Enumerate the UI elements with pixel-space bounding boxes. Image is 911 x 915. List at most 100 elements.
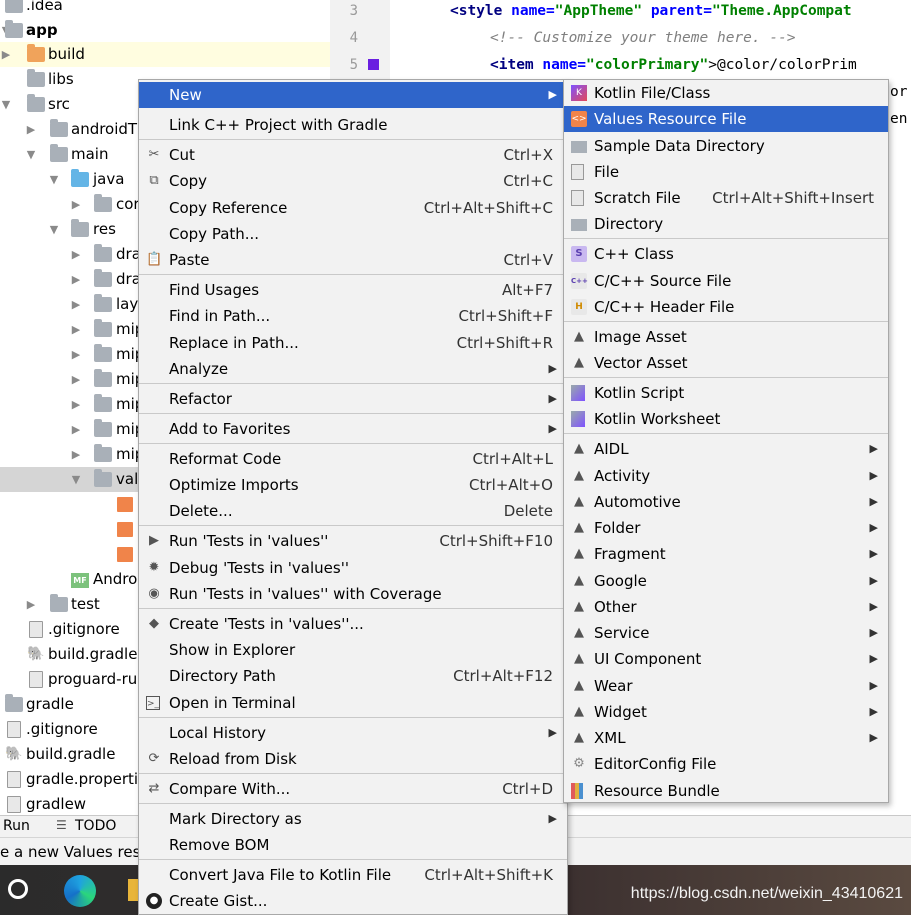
menu-item-copy[interactable]: ⧉ Copy Ctrl+C: [139, 168, 567, 194]
expand-arrow-icon[interactable]: ▶: [25, 592, 37, 617]
submenu-item-wear[interactable]: ▲ Wear ▶: [564, 673, 888, 699]
menu-item-reformat-code[interactable]: Reformat Code Ctrl+Alt+L: [139, 446, 567, 472]
tree-row-build[interactable]: ▶ build: [0, 42, 330, 67]
expand-arrow-icon[interactable]: ▶: [70, 417, 82, 442]
gear-icon: ⚙: [573, 756, 585, 771]
menu-item-replace-in-path[interactable]: Replace in Path... Ctrl+Shift+R: [139, 330, 567, 356]
submenu-item-fragment[interactable]: ▲ Fragment ▶: [564, 541, 888, 567]
submenu-item-cpp-header[interactable]: H C/C++ Header File: [564, 294, 888, 320]
submenu-item-widget[interactable]: ▲ Widget ▶: [564, 699, 888, 725]
menu-item-copy-path[interactable]: Copy Path...: [139, 221, 567, 247]
submenu-item-activity[interactable]: ▲ Activity ▶: [564, 463, 888, 489]
submenu-item-editorconfig[interactable]: ⚙ EditorConfig File: [564, 751, 888, 777]
tree-row-idea[interactable]: .idea: [0, 0, 330, 18]
expand-arrow-icon[interactable]: ▶: [70, 267, 82, 292]
menu-item-cut[interactable]: ✂ Cut Ctrl+X: [139, 142, 567, 168]
menu-item-link-cpp[interactable]: Link C++ Project with Gradle: [139, 112, 567, 138]
menu-item-find-usages[interactable]: Find Usages Alt+F7: [139, 277, 567, 303]
file-icon: [29, 671, 43, 688]
todo-tab[interactable]: TODO: [75, 818, 116, 834]
menu-item-local-history[interactable]: Local History ▶: [139, 720, 567, 746]
submenu-item-scratch-file[interactable]: Scratch File Ctrl+Alt+Shift+Insert: [564, 185, 888, 211]
menu-item-remove-bom[interactable]: Remove BOM: [139, 832, 567, 858]
submenu-item-cpp-class[interactable]: S C++ Class: [564, 241, 888, 267]
menu-item-find-in-path[interactable]: Find in Path... Ctrl+Shift+F: [139, 303, 567, 329]
expand-arrow-icon[interactable]: ▼: [0, 92, 12, 117]
submenu-arrow-icon: ▶: [869, 442, 878, 455]
menu-item-analyze[interactable]: Analyze ▶: [139, 356, 567, 382]
menu-item-debug-tests[interactable]: ✹ Debug 'Tests in 'values'': [139, 555, 567, 581]
menu-item-refactor[interactable]: Refactor ▶: [139, 386, 567, 412]
android-icon: ▲: [574, 441, 584, 456]
folder-icon: [27, 44, 45, 62]
terminal-icon: >_: [146, 696, 160, 710]
menu-separator: [564, 238, 888, 239]
submenu-item-directory[interactable]: Directory: [564, 211, 888, 237]
menu-separator: [139, 139, 567, 140]
menu-item-directory-path[interactable]: Directory Path Ctrl+Alt+F12: [139, 663, 567, 689]
android-icon: ▲: [574, 494, 584, 509]
menu-item-reload-from-disk[interactable]: ⟳ Reload from Disk: [139, 746, 567, 772]
expand-arrow-icon[interactable]: ▼: [48, 217, 60, 242]
edge-browser-icon[interactable]: [64, 875, 96, 907]
submenu-item-file[interactable]: File: [564, 159, 888, 185]
expand-arrow-icon[interactable]: ▶: [70, 317, 82, 342]
submenu-item-kotlin-script[interactable]: Kotlin Script: [564, 380, 888, 406]
folder-icon: [50, 594, 68, 612]
menu-item-run-tests[interactable]: ▶ Run 'Tests in 'values'' Ctrl+Shift+F10: [139, 528, 567, 554]
expand-arrow-icon[interactable]: ▶: [70, 242, 82, 267]
submenu-arrow-icon: ▶: [869, 652, 878, 665]
run-tab[interactable]: Run: [3, 818, 30, 834]
menu-separator: [139, 773, 567, 774]
source-folder-icon: [71, 169, 89, 187]
menu-item-paste[interactable]: 📋 Paste Ctrl+V: [139, 247, 567, 273]
expand-arrow-icon[interactable]: ▶: [70, 442, 82, 467]
expand-arrow-icon[interactable]: ▶: [70, 292, 82, 317]
expand-arrow-icon[interactable]: ▶: [70, 367, 82, 392]
menu-item-mark-directory-as[interactable]: Mark Directory as ▶: [139, 806, 567, 832]
expand-arrow-icon[interactable]: ▶: [0, 42, 12, 67]
submenu-item-xml[interactable]: ▲ XML ▶: [564, 725, 888, 751]
menu-item-delete[interactable]: Delete... Delete: [139, 498, 567, 524]
expand-arrow-icon[interactable]: ▼: [25, 142, 37, 167]
menu-separator: [564, 377, 888, 378]
color-swatch-icon[interactable]: [368, 59, 379, 70]
submenu-item-sample-data-directory[interactable]: Sample Data Directory: [564, 133, 888, 159]
submenu-item-cpp-source[interactable]: C++ C/C++ Source File: [564, 268, 888, 294]
menu-item-show-in-explorer[interactable]: Show in Explorer: [139, 637, 567, 663]
submenu-item-google[interactable]: ▲ Google ▶: [564, 568, 888, 594]
submenu-item-values-resource-file[interactable]: <> Values Resource File: [564, 106, 888, 132]
menu-item-convert-to-kotlin[interactable]: Convert Java File to Kotlin File Ctrl+Alt…: [139, 862, 567, 888]
submenu-item-image-asset[interactable]: ▲ Image Asset: [564, 324, 888, 350]
submenu-item-automotive[interactable]: ▲ Automotive ▶: [564, 489, 888, 515]
submenu-item-ui-component[interactable]: ▲ UI Component ▶: [564, 646, 888, 672]
menu-item-create-gist[interactable]: ● Create Gist...: [139, 888, 567, 914]
menu-item-optimize-imports[interactable]: Optimize Imports Ctrl+Alt+O: [139, 472, 567, 498]
submenu-item-aidl[interactable]: ▲ AIDL ▶: [564, 436, 888, 462]
menu-item-copy-reference[interactable]: Copy Reference Ctrl+Alt+Shift+C: [139, 195, 567, 221]
expand-arrow-icon[interactable]: ▼: [48, 167, 60, 192]
expand-arrow-icon[interactable]: ▶: [25, 117, 37, 142]
submenu-item-vector-asset[interactable]: ▲ Vector Asset: [564, 350, 888, 376]
tree-row-app[interactable]: ▼ app: [0, 18, 330, 43]
submenu-item-resource-bundle[interactable]: Resource Bundle: [564, 778, 888, 804]
expand-arrow-icon[interactable]: ▶: [70, 392, 82, 417]
expand-arrow-icon[interactable]: ▶: [70, 342, 82, 367]
menu-item-open-terminal[interactable]: >_ Open in Terminal: [139, 690, 567, 716]
expand-arrow-icon[interactable]: ▶: [70, 192, 82, 217]
submenu-item-kotlin-worksheet[interactable]: Kotlin Worksheet: [564, 406, 888, 432]
submenu-item-kotlin-file[interactable]: K Kotlin File/Class: [564, 80, 888, 106]
submenu-item-service[interactable]: ▲ Service ▶: [564, 620, 888, 646]
menu-item-run-coverage[interactable]: ◉ Run 'Tests in 'values'' with Coverage: [139, 581, 567, 607]
menu-item-compare-with[interactable]: ⇄ Compare With... Ctrl+D: [139, 776, 567, 802]
menu-item-new[interactable]: New ▶: [139, 82, 567, 108]
xml-file-icon: [117, 522, 133, 537]
start-circle-icon[interactable]: [8, 879, 28, 899]
menu-item-add-to-favorites[interactable]: Add to Favorites ▶: [139, 416, 567, 442]
expand-arrow-icon[interactable]: ▼: [70, 467, 82, 492]
submenu-item-folder[interactable]: ▲ Folder ▶: [564, 515, 888, 541]
android-icon: ▲: [574, 651, 584, 666]
submenu-item-other[interactable]: ▲ Other ▶: [564, 594, 888, 620]
menu-item-create-tests[interactable]: ◆ Create 'Tests in 'values''...: [139, 611, 567, 637]
submenu-arrow-icon: ▶: [548, 392, 557, 405]
